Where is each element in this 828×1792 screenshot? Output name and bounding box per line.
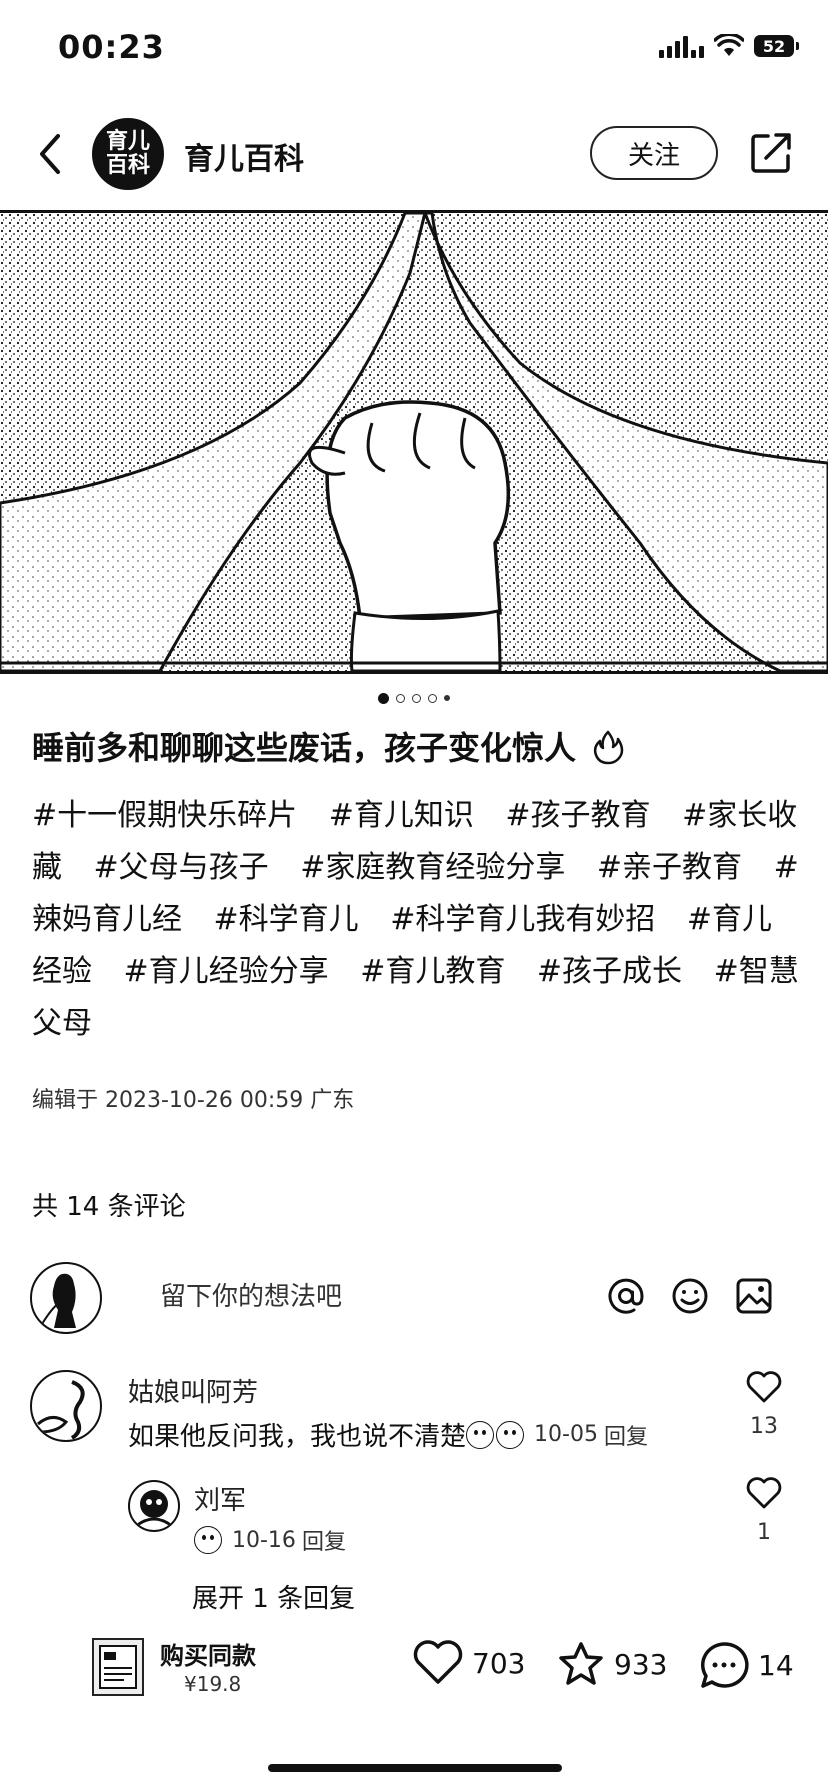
comment-count: 共 14 条评论	[32, 1192, 186, 1222]
heart-icon[interactable]	[745, 1370, 783, 1404]
expand-replies-button[interactable]: 展开 1 条回复	[192, 1578, 355, 1615]
favorite-total: 933	[614, 1647, 668, 1681]
like-button[interactable]: 703	[412, 1640, 525, 1686]
reply-button[interactable]: 回复	[604, 1419, 648, 1451]
emoji-sticker-icon	[496, 1420, 525, 1449]
carousel-dot	[444, 695, 450, 701]
mention-icon[interactable]	[606, 1276, 646, 1316]
carousel-dot	[412, 693, 421, 703]
tag-link[interactable]: #父母与孩子	[94, 850, 269, 885]
share-icon[interactable]	[748, 130, 794, 176]
comment-text: 如果他反问我，我也说不清楚	[128, 1422, 467, 1452]
comment-input[interactable]	[120, 1262, 580, 1332]
tag-link[interactable]: #孩子成长	[537, 954, 682, 989]
fire-icon	[594, 730, 624, 765]
comment-item: 姑娘叫阿芳 如果他反问我，我也说不清楚 10-05 回复 13	[0, 1364, 828, 1474]
emoji-icon[interactable]	[670, 1276, 710, 1316]
reply-button[interactable]: 回复	[302, 1524, 346, 1556]
like-total: 703	[472, 1646, 526, 1680]
commenter-avatar[interactable]	[30, 1370, 102, 1442]
image-icon[interactable]	[734, 1276, 774, 1316]
commenter-avatar[interactable]	[128, 1480, 180, 1532]
comment-body[interactable]: 10-16 回复	[194, 1524, 346, 1556]
heart-icon[interactable]	[745, 1476, 783, 1510]
comment-like[interactable]: 13	[734, 1370, 794, 1439]
comment-date: 10-16	[232, 1527, 296, 1553]
home-indicator[interactable]	[268, 1764, 562, 1772]
comment-bubble-icon	[700, 1642, 749, 1688]
tag-link[interactable]: #育儿知识	[329, 798, 474, 833]
comment-button[interactable]: 14	[698, 1640, 794, 1690]
tag-link[interactable]: #十一假期快乐碎片	[32, 798, 297, 833]
star-icon	[559, 1642, 603, 1685]
wifi-icon	[714, 34, 744, 56]
nav-bar: 育儿百科 育儿百科 关注	[0, 108, 828, 200]
tag-link[interactable]: #育儿教育	[360, 954, 505, 989]
commenter-name[interactable]: 刘军	[194, 1480, 246, 1517]
tag-link[interactable]: #科学育儿	[214, 902, 359, 937]
emoji-sticker-icon	[466, 1420, 495, 1449]
tag-link[interactable]: #孩子教育	[505, 798, 650, 833]
tag-link[interactable]: #育儿经验分享	[124, 954, 329, 989]
tag-link[interactable]: #科学育儿我有妙招	[390, 902, 655, 937]
tag-link[interactable]: #亲子教育	[597, 850, 742, 885]
edit-info: 编辑于 2023-10-26 00:59 广东	[32, 1088, 355, 1113]
comment-body[interactable]: 如果他反问我，我也说不清楚 10-05 回复	[128, 1416, 648, 1453]
status-bar: 00:23 52	[0, 0, 828, 100]
buy-same-button[interactable]: 购买同款	[160, 1636, 256, 1671]
carousel-dot	[428, 693, 437, 703]
heart-icon	[413, 1640, 463, 1684]
reply-item: 刘军 10-16 回复 1	[0, 1476, 828, 1576]
battery-icon: 52	[754, 35, 799, 57]
post-illustration	[0, 213, 828, 671]
product-price: ¥19.8	[184, 1672, 242, 1696]
product-thumbnail[interactable]	[92, 1638, 144, 1696]
post-tags: #十一假期快乐碎片 #育儿知识 #孩子教育 #家长收藏 #父母与孩子 #家庭教育…	[32, 790, 802, 1050]
tag-link[interactable]: #家庭教育经验分享	[300, 850, 565, 885]
post-image[interactable]	[0, 210, 828, 674]
battery-level: 52	[762, 36, 786, 56]
favorite-button[interactable]: 933	[556, 1640, 667, 1688]
comment-total: 14	[758, 1648, 794, 1682]
carousel-dot	[378, 692, 389, 704]
status-icons: 52	[659, 34, 799, 58]
like-count: 1	[757, 1520, 771, 1545]
account-avatar-text: 育儿百科	[105, 129, 150, 178]
emoji-sticker-icon	[194, 1526, 222, 1554]
comment-input-row	[0, 1256, 828, 1336]
account-avatar[interactable]: 育儿百科	[92, 118, 164, 190]
status-time: 00:23	[58, 28, 165, 66]
bottom-action-bar: 购买同款 ¥19.8 703 933 14	[0, 1622, 828, 1732]
carousel-dot	[396, 693, 405, 703]
post-title: 睡前多和聊聊这些废话，孩子变化惊人	[32, 724, 802, 772]
account-name[interactable]: 育儿百科	[184, 134, 304, 178]
follow-button[interactable]: 关注	[590, 126, 718, 180]
commenter-name[interactable]: 姑娘叫阿芳	[128, 1372, 258, 1409]
comment-like[interactable]: 1	[734, 1476, 794, 1545]
my-avatar[interactable]	[30, 1262, 102, 1334]
post-title-text: 睡前多和聊聊这些废话，孩子变化惊人	[32, 729, 577, 767]
cellular-signal-icon	[659, 34, 704, 58]
carousel-indicator	[0, 690, 828, 706]
like-count: 13	[750, 1414, 778, 1439]
comment-date: 10-05	[534, 1422, 598, 1447]
back-button[interactable]	[30, 126, 70, 182]
